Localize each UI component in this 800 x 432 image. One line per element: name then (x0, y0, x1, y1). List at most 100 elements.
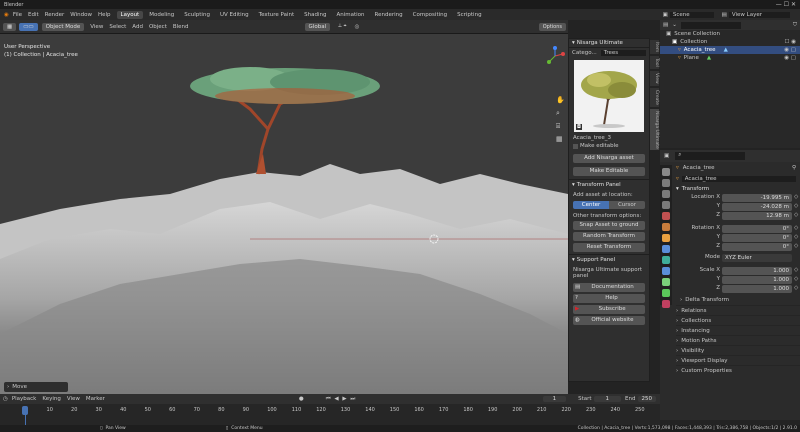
tab-shading[interactable]: Shading (300, 11, 330, 19)
particles-tab-icon[interactable] (662, 256, 670, 264)
keyframe-icon[interactable]: ◇ (794, 194, 800, 202)
blender-logo-icon[interactable]: ◉ (4, 12, 9, 18)
view-layer-selector[interactable]: View Layer (728, 11, 790, 18)
section-viewport-display[interactable]: › Viewport Display (676, 355, 800, 365)
website-button[interactable]: ◍ Official website (573, 316, 645, 325)
output-tab-icon[interactable] (662, 190, 670, 198)
menu-file[interactable]: File (13, 12, 22, 18)
keyframe-icon[interactable]: ◇ (794, 203, 800, 211)
transform-orientation[interactable]: Global (304, 22, 331, 31)
visibility-icon[interactable]: ◉ ▢ (784, 55, 796, 61)
grid-icon[interactable]: ▦ (556, 133, 565, 146)
section-custom-properties[interactable]: › Custom Properties (676, 365, 800, 375)
viewport-menu-blend[interactable]: Blend (173, 24, 189, 30)
tab-rendering[interactable]: Rendering (371, 11, 407, 19)
make-editable-checkbox[interactable] (573, 143, 578, 149)
render-tab-icon[interactable] (662, 179, 670, 187)
end-frame-field[interactable]: 250 (637, 396, 656, 402)
reset-transform-button[interactable]: Reset Transform (573, 243, 645, 252)
sidebar-tab-item[interactable]: Item (650, 40, 659, 55)
pan-hand-icon[interactable]: ✋ (556, 94, 565, 107)
visibility-icon[interactable]: ◉ ▢ (784, 47, 796, 53)
timeline-menu-view[interactable]: View (67, 396, 80, 402)
menu-edit[interactable]: Edit (28, 12, 39, 18)
viewport-menu-object[interactable]: Object (149, 24, 167, 30)
sidebar-tab-nisarga-ultimate[interactable]: Nisarga Ultimate (650, 108, 659, 151)
world-tab-icon[interactable] (662, 223, 670, 231)
rotation-x-field[interactable]: 0° (722, 225, 792, 233)
location-z-field[interactable]: 12.98 m (722, 212, 792, 220)
make-editable-button[interactable]: Make Editable (573, 167, 645, 176)
snap-to-ground-button[interactable]: Snap Asset to ground (573, 221, 645, 230)
section-visibility[interactable]: › Visibility (676, 345, 800, 355)
scale-y-field[interactable]: 1.000 (722, 276, 792, 284)
tool-tab-icon[interactable] (662, 168, 670, 176)
rotation-y-field[interactable]: 0° (722, 234, 792, 242)
section-collections[interactable]: › Collections (676, 315, 800, 325)
preview-camera-icon[interactable]: ◘ (576, 124, 582, 130)
timeline-menu-keying[interactable]: Keying (42, 396, 60, 402)
keyframe-icon[interactable]: ◇ (794, 267, 800, 275)
start-frame-field[interactable]: 1 (593, 396, 622, 402)
keyframe-icon[interactable]: ◇ (794, 285, 800, 293)
playback-controls[interactable]: ⏮ ◀ ▶ ⏭ (326, 396, 357, 403)
editor-type-icon[interactable]: ▣ (664, 153, 669, 159)
collapse-icon[interactable]: ▾ (572, 182, 575, 188)
cursor-toggle[interactable]: Cursor (609, 201, 645, 209)
delta-transform-section[interactable]: › Delta Transform (676, 295, 800, 305)
3d-viewport[interactable]: User Perspective (1) Collection | Acacia… (0, 34, 568, 394)
constraints-tab-icon[interactable] (662, 278, 670, 286)
proportional-edit-icon[interactable]: ◎ (355, 24, 360, 30)
scene-tab-icon[interactable] (662, 212, 670, 220)
editor-type-button[interactable]: ▦ (3, 22, 17, 31)
random-transform-button[interactable]: Random Transform (573, 232, 645, 241)
section-motion-paths[interactable]: › Motion Paths (676, 335, 800, 345)
editor-type-icon[interactable]: ▤ (663, 22, 668, 28)
zoom-icon[interactable]: ⌕ (556, 107, 565, 120)
keyframe-icon[interactable]: ◇ (794, 243, 800, 251)
select-mode-button[interactable]: ▭▭ (19, 22, 38, 31)
viewport-menu-select[interactable]: Select (109, 24, 126, 30)
pin-icon[interactable]: ⚲ (792, 165, 796, 171)
record-icon[interactable]: ● (299, 396, 304, 402)
location-x-field[interactable]: -19.995 m (722, 194, 792, 202)
scene-selector[interactable]: Scene (669, 11, 714, 18)
rotation-mode-dropdown[interactable]: XYZ Euler (722, 254, 792, 262)
mode-selector[interactable]: Object Mode (41, 22, 85, 31)
tab-uv-editing[interactable]: UV Editing (216, 11, 253, 19)
tab-texture-paint[interactable]: Texture Paint (255, 11, 299, 19)
view-layer-tab-icon[interactable] (662, 201, 670, 209)
tab-scripting[interactable]: Scripting (453, 11, 485, 19)
options-button[interactable]: Options (538, 22, 566, 31)
tab-animation[interactable]: Animation (332, 11, 368, 19)
section-relations[interactable]: › Relations (676, 305, 800, 315)
sidebar-tab-tool[interactable]: Tool (650, 56, 659, 69)
modifier-tab-icon[interactable] (662, 245, 670, 253)
asset-preview-thumbnail[interactable]: ◘ (574, 60, 644, 132)
camera-icon[interactable]: ⌸ (556, 120, 565, 133)
physics-tab-icon[interactable] (662, 267, 670, 275)
rotation-z-field[interactable]: 0° (722, 243, 792, 251)
outliner-row-collection[interactable]: ▣ Collection ☐ ◉ (660, 38, 800, 46)
tab-modeling[interactable]: Modeling (145, 11, 178, 19)
tab-compositing[interactable]: Compositing (409, 11, 451, 19)
timeline-ruler[interactable]: 1102030405060708090100110120130140150160… (0, 404, 660, 426)
scale-z-field[interactable]: 1.000 (722, 285, 792, 293)
viewport-menu-view[interactable]: View (90, 24, 103, 30)
collapse-icon[interactable]: ▾ (572, 40, 575, 46)
sidebar-tab-create[interactable]: Create (650, 87, 659, 107)
collapse-icon[interactable]: ▾ (676, 186, 679, 192)
last-operator-panel[interactable]: › Move (4, 382, 68, 392)
subscribe-button[interactable]: ▶ Subscribe (573, 305, 645, 314)
section-instancing[interactable]: › Instancing (676, 325, 800, 335)
outliner-row-plane[interactable]: ▿ Plane ▲ ◉ ▢ (660, 54, 800, 62)
menu-window[interactable]: Window (70, 12, 92, 18)
visibility-icon[interactable]: ☐ ◉ (785, 39, 796, 45)
window-controls[interactable]: — ☐ ✕ (776, 1, 796, 8)
properties-search-input[interactable]: ⌕ (675, 152, 746, 160)
keyframe-icon[interactable]: ◇ (794, 212, 800, 220)
material-tab-icon[interactable] (662, 300, 670, 308)
outliner-search-input[interactable] (680, 21, 741, 29)
help-button[interactable]: ? Help (573, 294, 645, 303)
funnel-icon[interactable]: ⛉ (793, 22, 797, 29)
